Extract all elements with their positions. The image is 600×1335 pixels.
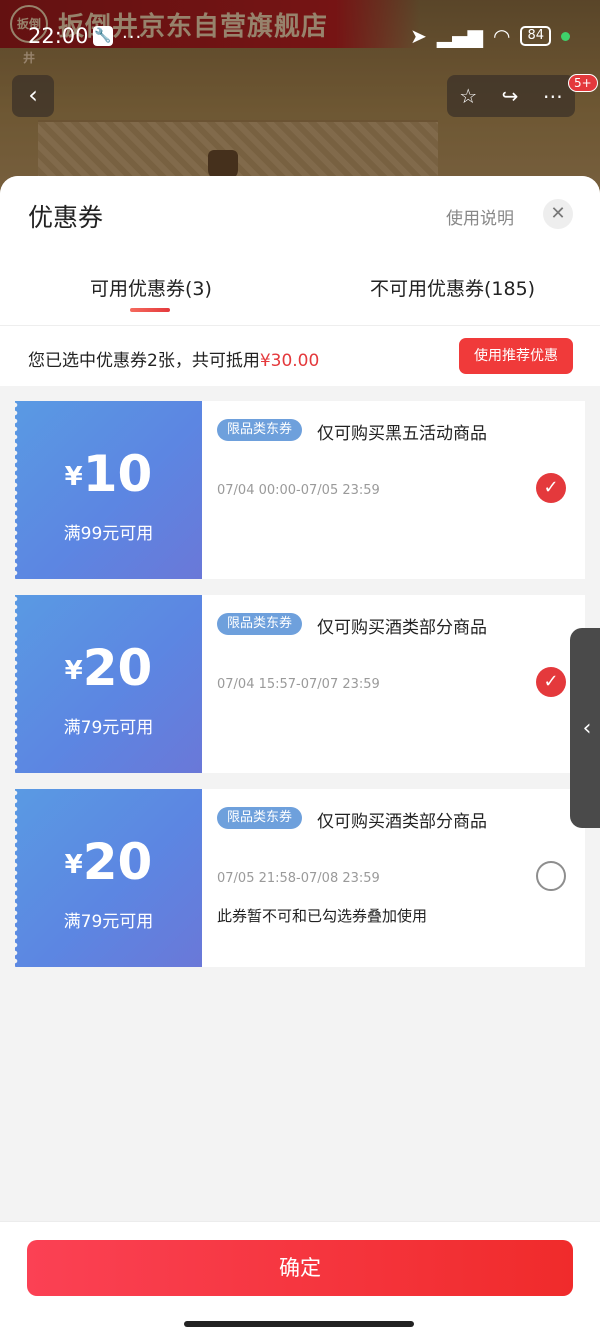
currency-symbol: ¥ — [64, 850, 83, 880]
wrench-icon: 🔧 — [93, 26, 113, 46]
coupon-price: ¥20 — [15, 833, 202, 891]
tab-unavailable-coupons[interactable]: 不可用优惠券(185) — [370, 274, 535, 301]
status-bar: 22:00 🔧 ... ➤ ▂▄▆ ◠ 84 — [0, 0, 600, 70]
wifi-icon: ◠ — [493, 24, 511, 48]
back-button[interactable]: ‹ — [12, 75, 54, 117]
coupon-validity: 07/04 15:57-07/07 23:59 — [217, 677, 380, 692]
signal-icon: ▂▄▆ — [436, 24, 483, 48]
coupon-value-panel: ¥20 满79元可用 — [15, 789, 202, 967]
chevron-left-icon: ‹ — [582, 715, 592, 741]
coupon-validity: 07/04 00:00-07/05 23:59 — [217, 483, 380, 498]
coupon-warning: 此券暂不可和已勾选券叠加使用 — [217, 907, 428, 925]
status-time: 22:00 — [28, 24, 89, 48]
coupon-description: 仅可购买黑五活动商品 — [317, 424, 487, 444]
coupon-amount: 10 — [82, 445, 153, 503]
currency-symbol: ¥ — [64, 656, 83, 686]
coupon-condition: 满79元可用 — [63, 912, 154, 932]
coupon-tabs: 可用优惠券(3) 不可用优惠券(185) — [0, 274, 600, 324]
coupon-amount: 20 — [82, 833, 153, 891]
message-badge: 5+ — [568, 74, 598, 92]
use-recommended-button[interactable]: 使用推荐优惠 — [459, 338, 573, 374]
coupon-card[interactable]: ¥20 满79元可用 限品类东券 仅可购买酒类部分商品 07/05 21:58-… — [15, 789, 585, 967]
coupon-list: ¥10 满99元可用 限品类东券 仅可购买黑五活动商品 07/04 00:00-… — [15, 401, 585, 983]
tab-available-coupons[interactable]: 可用优惠券(3) — [90, 274, 212, 301]
tabs-divider — [0, 325, 600, 326]
coupon-card[interactable]: ¥20 满79元可用 限品类东券 仅可购买酒类部分商品 07/04 15:57-… — [15, 595, 585, 773]
favorite-star-icon[interactable]: ☆ — [459, 84, 477, 108]
bottom-bar: 确定 — [0, 1221, 600, 1335]
battery-indicator: 84 — [520, 26, 551, 46]
usage-instructions-link[interactable]: 使用说明 — [446, 204, 514, 229]
share-icon[interactable]: ↪ — [502, 84, 519, 108]
coupon-description: 仅可购买酒类部分商品 — [317, 812, 487, 832]
coupon-condition: 满99元可用 — [63, 524, 154, 544]
coupon-validity: 07/05 21:58-07/08 23:59 — [217, 871, 380, 886]
coupon-checkbox[interactable] — [536, 861, 566, 891]
notification-dots: ... — [122, 22, 143, 43]
coupon-value-panel: ¥20 满79元可用 — [15, 595, 202, 773]
coupon-type-tag: 限品类东券 — [217, 807, 303, 829]
coupon-price: ¥10 — [15, 445, 202, 503]
coupon-checkbox[interactable]: ✓ — [536, 667, 566, 697]
coupon-info: 限品类东券 仅可购买酒类部分商品 07/05 21:58-07/08 23:59… — [202, 789, 585, 967]
close-button[interactable]: ✕ — [543, 199, 573, 229]
checkmark-icon: ✓ — [543, 477, 559, 498]
privacy-dot — [561, 31, 570, 41]
coupon-value-panel: ¥10 满99元可用 — [15, 401, 202, 579]
sheet-title: 优惠券 — [28, 203, 104, 232]
selection-summary: 您已选中优惠券2张，共可抵用¥30.00 — [28, 346, 319, 371]
side-drawer-handle[interactable]: ‹ — [570, 628, 600, 828]
coupon-type-tag: 限品类东券 — [217, 419, 303, 441]
coupon-checkbox[interactable]: ✓ — [536, 473, 566, 503]
close-icon: ✕ — [550, 203, 566, 224]
currency-symbol: ¥ — [64, 462, 83, 492]
coupon-sheet: 优惠券 使用说明 ✕ 可用优惠券(3) 不可用优惠券(185) 您已选中优惠券2… — [0, 176, 600, 1335]
coupon-description: 仅可购买酒类部分商品 — [317, 618, 487, 638]
coupon-amount: 20 — [82, 639, 153, 697]
active-tab-indicator — [130, 308, 170, 312]
coupon-price: ¥20 — [15, 639, 202, 697]
confirm-button[interactable]: 确定 — [27, 1240, 573, 1296]
coupon-info: 限品类东券 仅可购买酒类部分商品 07/04 15:57-07/07 23:59… — [202, 595, 585, 773]
coupon-card[interactable]: ¥10 满99元可用 限品类东券 仅可购买黑五活动商品 07/04 00:00-… — [15, 401, 585, 579]
coupon-info: 限品类东券 仅可购买黑五活动商品 07/04 00:00-07/05 23:59… — [202, 401, 585, 579]
coupon-condition: 满79元可用 — [63, 718, 154, 738]
home-indicator[interactable] — [184, 1321, 414, 1327]
sheet-header: 优惠券 使用说明 ✕ 可用优惠券(3) 不可用优惠券(185) 您已选中优惠券2… — [0, 176, 600, 386]
chevron-left-icon: ‹ — [28, 81, 38, 109]
location-icon: ➤ — [410, 24, 427, 48]
summary-text: 您已选中优惠券2张，共可抵用 — [28, 351, 260, 371]
summary-amount: ¥30.00 — [259, 351, 320, 371]
checkmark-icon: ✓ — [543, 671, 559, 692]
product-actions: ☆ ↪ ⋯ — [447, 75, 575, 117]
coupon-type-tag: 限品类东券 — [217, 613, 303, 635]
more-icon[interactable]: ⋯ — [543, 84, 563, 108]
